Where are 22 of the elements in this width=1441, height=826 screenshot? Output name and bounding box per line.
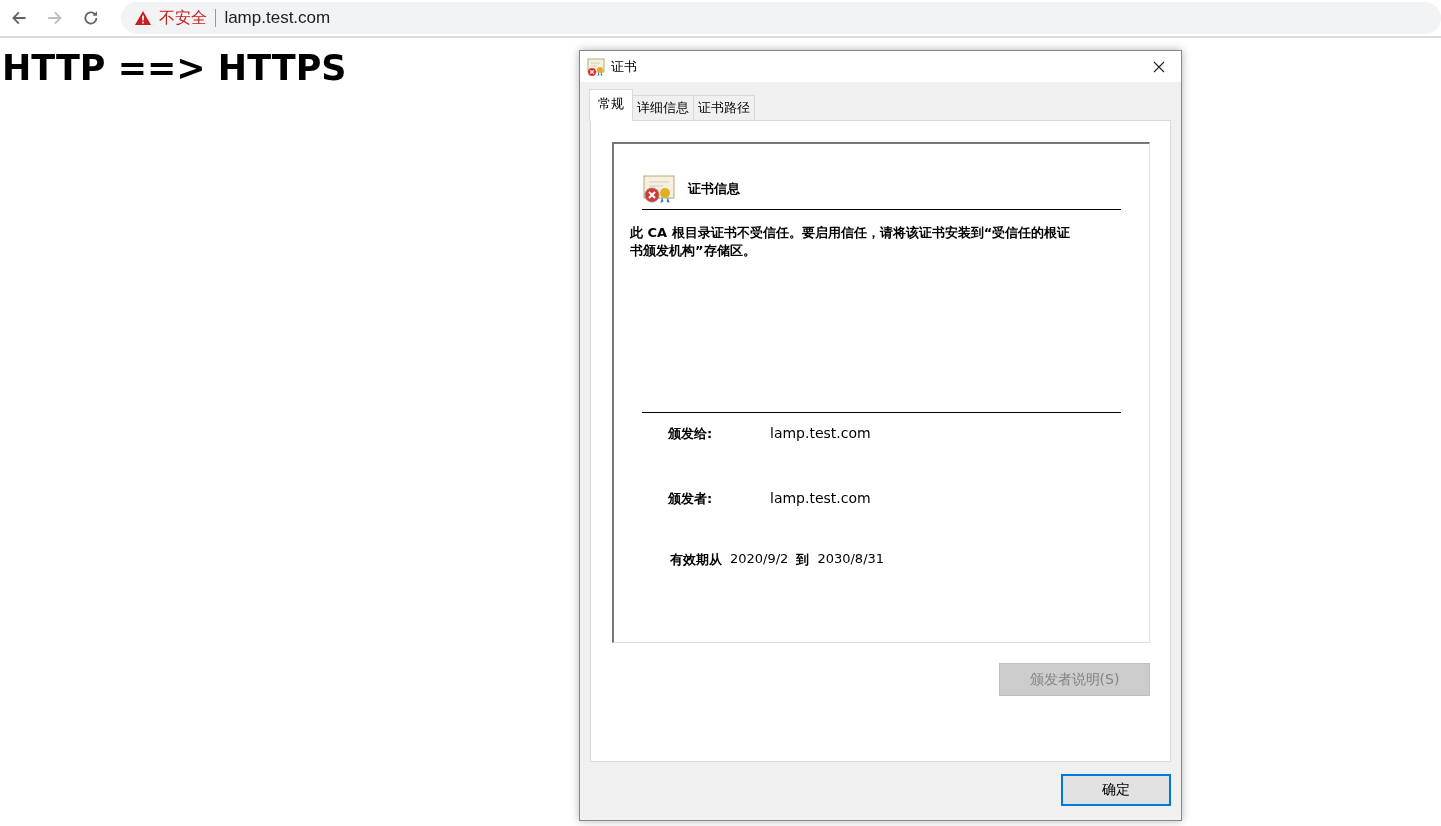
- field-value: lamp.test.com: [770, 425, 871, 441]
- field-label: 颁发给:: [668, 425, 714, 443]
- close-icon[interactable]: [1153, 60, 1165, 73]
- warning-icon: [135, 11, 152, 25]
- field-value: lamp.test.com: [770, 490, 871, 506]
- validity-date: 2020/9/2: [730, 551, 789, 568]
- certificate-icon: [642, 174, 676, 204]
- dialog-tab[interactable]: 常规: [589, 89, 633, 121]
- ok-button[interactable]: 确定: [1061, 774, 1171, 806]
- field-label: 颁发者:: [668, 490, 714, 508]
- security-label: 不安全: [159, 7, 208, 29]
- address-bar[interactable]: 不安全 lamp.test.com: [121, 2, 1441, 34]
- page-heading: HTTP ==> HTTPS: [2, 48, 347, 88]
- url-text: lamp.test.com: [224, 8, 331, 28]
- info-title: 证书信息: [688, 180, 740, 198]
- certificate-icon: [586, 56, 606, 77]
- validity-label: 到: [796, 551, 810, 569]
- dialog-tab[interactable]: 证书路径: [693, 95, 755, 120]
- trust-warning: 此 CA 根目录证书不受信任。要启用信任，请将该证书安装到“受信任的根证书颁发机构”存储区。: [630, 224, 1072, 260]
- dialog-title: 证书: [611, 57, 638, 76]
- validity-date: 2030/8/31: [817, 551, 885, 568]
- validity-label: 有效期从: [670, 551, 722, 569]
